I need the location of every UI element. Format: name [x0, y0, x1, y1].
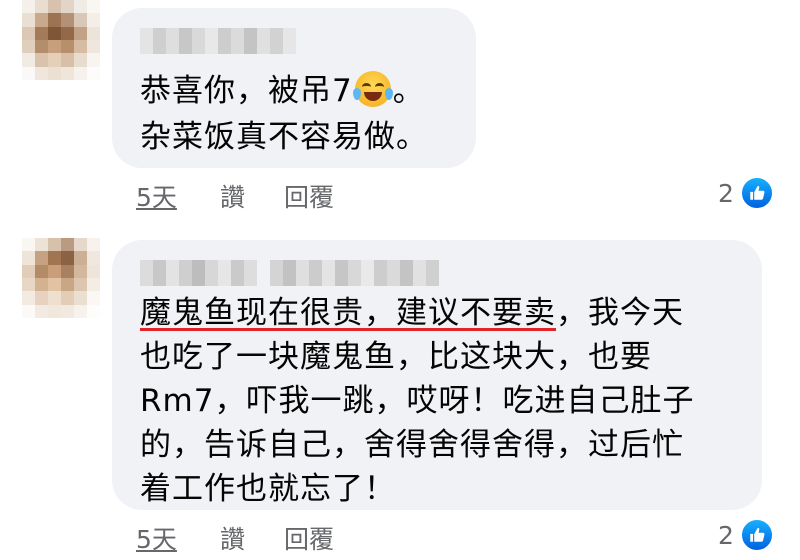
comment-text-line: 杂菜饭真不容易做。: [140, 119, 428, 155]
comment-text: 恭喜你，被吊7: [140, 73, 353, 109]
avatar[interactable]: [22, 238, 100, 318]
reaction-count: 2: [718, 520, 734, 550]
face-with-tears-of-joy-icon: [352, 71, 393, 107]
comment-text: ，我今天: [556, 295, 684, 331]
timestamp-link[interactable]: 5天: [136, 520, 220, 556]
comment-text-line: Rm7，吓我一跳，哎呀！吃进自己肚子: [140, 383, 695, 419]
comment-text-line: 着工作也就忘了！: [140, 471, 396, 507]
comment-text-line: 的，告诉自己，舍得舍得舍得，过后忙: [140, 427, 684, 463]
thumbs-up-icon: [739, 176, 774, 210]
reaction-summary[interactable]: 2: [718, 176, 774, 210]
comment-bubble: 恭喜你，被吊7 。 杂菜饭真不容易做。: [112, 8, 476, 168]
timestamp-link[interactable]: 5天: [136, 178, 220, 214]
avatar[interactable]: [22, 0, 100, 80]
reaction-count: 2: [718, 178, 734, 208]
comment-actions: 5天 讚 回覆: [136, 520, 334, 556]
reaction-summary[interactable]: 2: [718, 518, 774, 552]
reply-button[interactable]: 回覆: [284, 520, 334, 556]
thumbs-up-icon: [739, 518, 774, 552]
underlined-text: 魔鬼鱼现在很贵，建议不要卖: [140, 295, 556, 331]
comment-bubble: 魔鬼鱼现在很贵，建议不要卖，我今天 也吃了一块魔鬼鱼，比这块大，也要 Rm7，吓…: [112, 240, 762, 510]
author-name-redacted[interactable]: [140, 28, 300, 54]
reply-button[interactable]: 回覆: [284, 178, 334, 214]
comment-actions: 5天 讚 回覆: [136, 178, 334, 214]
comment-text: 。: [392, 73, 425, 109]
comment-text-line: 也吃了一块魔鬼鱼，比这块大，也要: [140, 339, 652, 375]
like-button[interactable]: 讚: [220, 178, 284, 214]
author-name-redacted[interactable]: [140, 260, 440, 286]
comment-text-line: 恭喜你，被吊7 。: [140, 70, 425, 112]
like-button[interactable]: 讚: [220, 520, 284, 556]
comment-text-line: 魔鬼鱼现在很贵，建议不要卖，我今天: [140, 292, 684, 334]
